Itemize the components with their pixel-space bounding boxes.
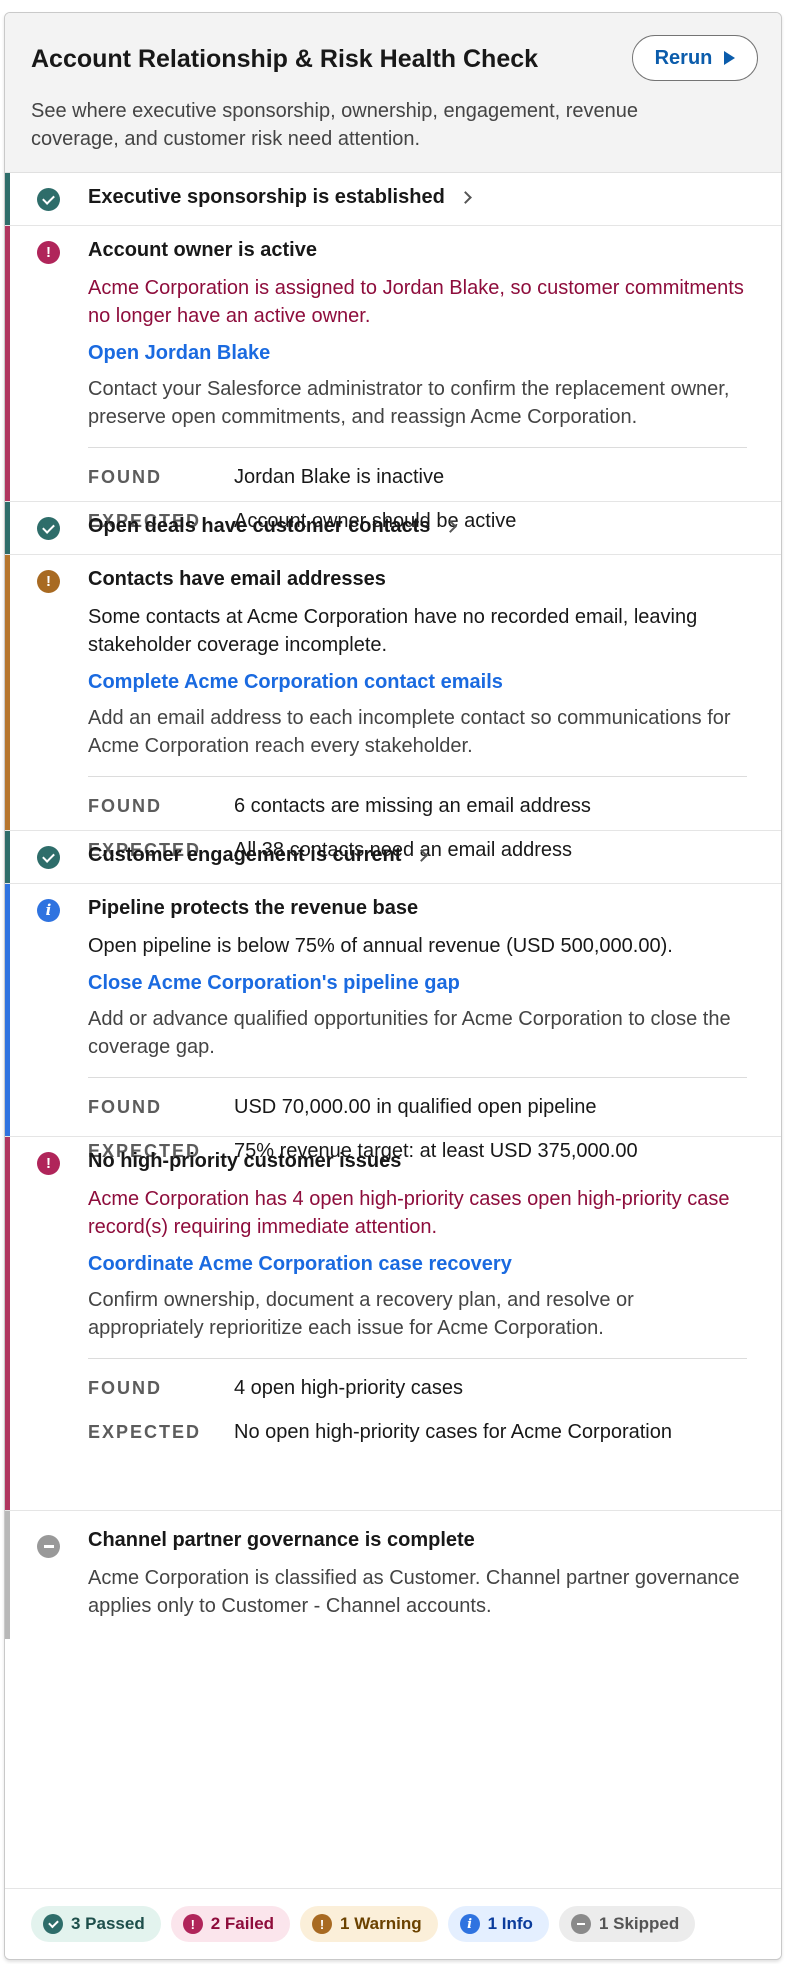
check-title: Contacts have email addresses bbox=[88, 568, 386, 590]
play-icon bbox=[724, 51, 736, 65]
page-description: See where executive sponsorship, ownersh… bbox=[31, 100, 639, 150]
status-bar bbox=[5, 502, 10, 554]
passed-badge: 3 Passed bbox=[31, 1906, 161, 1942]
status-bar bbox=[5, 226, 10, 501]
check-row-high-priority-issues: ! No high-priority customer issues Acme … bbox=[5, 1137, 781, 1511]
check-title: No high-priority customer issues bbox=[88, 1150, 402, 1172]
open-owner-link[interactable]: Open Jordan Blake bbox=[88, 342, 747, 365]
minus-circle-icon bbox=[570, 1914, 591, 1934]
info-circle-icon: i bbox=[459, 1914, 480, 1934]
check-title: Account owner is active bbox=[88, 239, 317, 261]
exclamation-circle-icon: ! bbox=[37, 1152, 60, 1175]
status-bar bbox=[5, 1511, 10, 1639]
exclamation-circle-icon: ! bbox=[182, 1914, 203, 1934]
found-row: FOUND 6 contacts are missing an email ad… bbox=[88, 791, 747, 821]
exclamation-circle-icon: ! bbox=[37, 241, 60, 264]
check-message: Some contacts at Acme Corporation have n… bbox=[88, 606, 698, 656]
divider bbox=[88, 776, 747, 777]
minus-circle-icon bbox=[37, 1535, 60, 1558]
found-label: FOUND bbox=[88, 795, 162, 816]
check-row-pipeline: i Pipeline protects the revenue base Ope… bbox=[5, 884, 781, 1162]
card-header: Account Relationship & Risk Health Check… bbox=[5, 13, 781, 173]
chevron-right-icon[interactable] bbox=[415, 849, 429, 862]
status-bar bbox=[5, 173, 10, 225]
check-row-account-owner: ! Account owner is active Acme Corporati… bbox=[5, 226, 781, 532]
health-check-card: Account Relationship & Risk Health Check… bbox=[4, 12, 782, 1960]
status-bar bbox=[5, 1137, 10, 1510]
expected-row: EXPECTED No open high-priority cases for… bbox=[88, 1417, 747, 1447]
info-count: 1 Info bbox=[487, 1914, 533, 1933]
check-circle-icon bbox=[43, 1914, 63, 1934]
found-label: FOUND bbox=[88, 1096, 162, 1117]
pipeline-gap-link[interactable]: Close Acme Corporation's pipeline gap bbox=[88, 972, 747, 995]
complete-emails-link[interactable]: Complete Acme Corporation contact emails bbox=[88, 671, 747, 694]
check-title: Pipeline protects the revenue base bbox=[88, 897, 419, 919]
check-row-channel-partner: Channel partner governance is complete A… bbox=[5, 1511, 781, 1639]
warning-count: 1 Warning bbox=[340, 1914, 422, 1933]
rerun-button[interactable]: Rerun bbox=[632, 35, 758, 81]
page-title: Account Relationship & Risk Health Check bbox=[31, 45, 539, 73]
found-value: 6 contacts are missing an email address bbox=[234, 795, 591, 817]
warning-badge: ! 1 Warning bbox=[300, 1906, 438, 1942]
check-title: Executive sponsorship is established bbox=[88, 186, 445, 208]
found-row: FOUND Jordan Blake is inactive bbox=[88, 462, 747, 492]
check-row-contact-emails: ! Contacts have email addresses Some con… bbox=[5, 555, 781, 861]
info-badge: i 1 Info bbox=[447, 1906, 549, 1942]
check-circle-icon bbox=[37, 517, 60, 540]
check-title: Customer engagement is current bbox=[88, 844, 402, 866]
check-row-engagement[interactable]: Customer engagement is current bbox=[5, 831, 781, 884]
check-help: Add an email address to each incomplete … bbox=[88, 707, 731, 757]
status-bar bbox=[5, 831, 10, 883]
check-title-row: Executive sponsorship is established bbox=[88, 186, 747, 209]
failed-count: 2 Failed bbox=[210, 1914, 275, 1933]
check-help: Contact your Salesforce administrator to… bbox=[88, 378, 730, 428]
found-value: 4 open high-priority cases bbox=[234, 1377, 464, 1399]
summary-bar: 3 Passed ! 2 Failed ! 1 Warning i 1 Info… bbox=[5, 1888, 781, 1959]
status-bar bbox=[5, 555, 10, 830]
check-circle-icon bbox=[37, 188, 60, 211]
info-circle-icon: i bbox=[37, 899, 60, 922]
check-circle-icon bbox=[37, 846, 60, 869]
check-help: Confirm ownership, document a recovery p… bbox=[88, 1289, 634, 1339]
skipped-count: 1 Skipped bbox=[598, 1914, 680, 1933]
check-title: Open deals have customer contacts bbox=[88, 515, 431, 537]
expected-value: No open high-priority cases for Acme Cor… bbox=[234, 1421, 672, 1443]
check-title-row: Customer engagement is current bbox=[88, 844, 747, 867]
check-row-executive-sponsorship[interactable]: Executive sponsorship is established bbox=[5, 173, 781, 226]
found-value: USD 70,000.00 in qualified open pipeline bbox=[234, 1096, 597, 1118]
rerun-label: Rerun bbox=[654, 46, 713, 69]
check-title: Channel partner governance is complete bbox=[88, 1529, 475, 1551]
skipped-badge: 1 Skipped bbox=[558, 1906, 696, 1942]
divider bbox=[88, 1077, 747, 1078]
check-row-open-deals[interactable]: Open deals have customer contacts bbox=[5, 502, 781, 555]
check-message: Acme Corporation has 4 open high-priorit… bbox=[88, 1188, 730, 1238]
status-bar bbox=[5, 884, 10, 1136]
exclamation-circle-icon: ! bbox=[312, 1914, 333, 1934]
divider bbox=[88, 1358, 747, 1359]
chevron-right-icon[interactable] bbox=[458, 191, 472, 204]
divider bbox=[88, 447, 747, 448]
case-recovery-link[interactable]: Coordinate Acme Corporation case recover… bbox=[88, 1253, 747, 1276]
found-label: FOUND bbox=[88, 1377, 162, 1398]
exclamation-circle-icon: ! bbox=[37, 570, 60, 593]
found-row: FOUND USD 70,000.00 in qualified open pi… bbox=[88, 1092, 747, 1122]
found-label: FOUND bbox=[88, 466, 162, 487]
failed-badge: ! 2 Failed bbox=[170, 1906, 291, 1942]
found-row: FOUND 4 open high-priority cases bbox=[88, 1373, 747, 1403]
expected-label: EXPECTED bbox=[88, 1421, 202, 1442]
chevron-right-icon[interactable] bbox=[444, 520, 458, 533]
check-title-row: Open deals have customer contacts bbox=[88, 515, 747, 538]
found-value: Jordan Blake is inactive bbox=[234, 466, 445, 488]
passed-count: 3 Passed bbox=[71, 1914, 145, 1933]
check-message: Acme Corporation is assigned to Jordan B… bbox=[88, 277, 744, 327]
check-message: Open pipeline is below 75% of annual rev… bbox=[88, 935, 673, 957]
check-message: Acme Corporation is classified as Custom… bbox=[88, 1567, 740, 1617]
check-help: Add or advance qualified opportunities f… bbox=[88, 1008, 731, 1058]
